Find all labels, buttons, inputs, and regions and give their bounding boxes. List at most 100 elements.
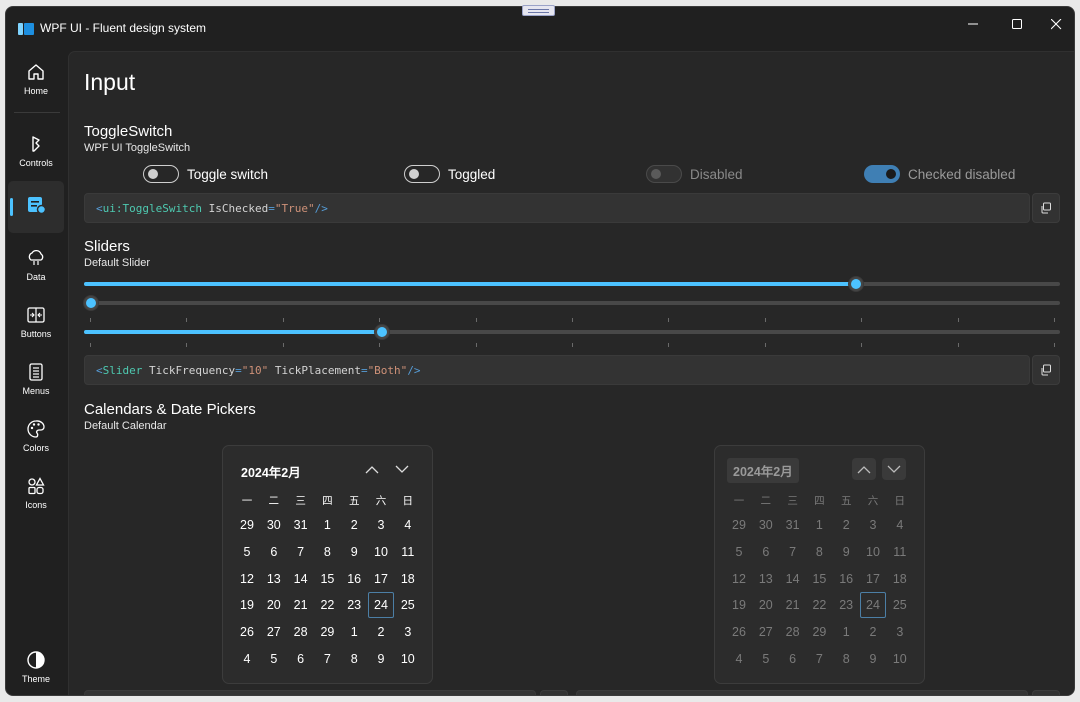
calendar-section-subtitle: Default Calendar [84, 420, 167, 432]
copy-icon [1041, 202, 1051, 214]
copy-button[interactable] [1032, 355, 1060, 385]
nav-label: Colors [22, 443, 49, 453]
calendar-day[interactable]: 22 [314, 592, 340, 618]
calendar-code-snippet[interactable] [84, 690, 536, 695]
toggle-track [646, 165, 682, 183]
calendar-day[interactable]: 31 [288, 512, 314, 538]
slider-1[interactable] [84, 282, 1060, 286]
calendar-day[interactable]: 30 [261, 512, 287, 538]
nav-item-data[interactable]: Data [8, 239, 64, 291]
theme-toggle[interactable]: Theme [8, 641, 64, 693]
calendar-day[interactable]: 17 [368, 566, 394, 592]
calendar-day[interactable]: 20 [261, 592, 287, 618]
nav-item-menus[interactable]: Menus [8, 353, 64, 405]
calendar-day[interactable]: 7 [288, 539, 314, 565]
calendar-day[interactable]: 19 [234, 592, 260, 618]
calendar-day[interactable]: 25 [395, 592, 421, 618]
calendar-disabled-code-snippet[interactable] [576, 690, 1028, 695]
minimize-button[interactable] [956, 11, 990, 37]
slider-tick [764, 318, 766, 322]
calendar-day: 30 [758, 518, 773, 532]
calendar-day[interactable]: 18 [395, 566, 421, 592]
calendar-day[interactable]: 4 [395, 512, 421, 538]
calendar-day[interactable]: 2 [341, 512, 367, 538]
nav-item-home[interactable]: Home [8, 53, 64, 105]
slider-tick [957, 343, 959, 347]
weekday-header: 日 [894, 495, 906, 507]
toggle-code-snippet[interactable]: < ui:ToggleSwitch IsChecked = "True"/> [84, 193, 1030, 223]
snap-layout-handle[interactable] [522, 5, 555, 16]
calendar-day: 29 [732, 518, 746, 532]
calendar-day[interactable]: 21 [288, 592, 314, 618]
navigation-sidebar: Home Controls Data Buttons Menus Colors [6, 49, 68, 695]
calendar-day[interactable]: 14 [288, 566, 314, 592]
calendar-day[interactable]: 1 [341, 619, 367, 645]
calendar-day: 17 [866, 571, 880, 586]
slider-1-thumb[interactable] [848, 277, 863, 291]
calendar-month-header[interactable]: 2024年2月 [241, 462, 301, 481]
calendar-next-button[interactable] [390, 458, 414, 480]
calendar-day: 31 [785, 518, 800, 532]
slider-3-thumb[interactable] [374, 325, 389, 339]
chevron-up-icon [365, 465, 379, 473]
maximize-button[interactable] [1000, 11, 1034, 37]
slider-code-snippet[interactable]: < Slider TickFrequency = "10" TickPlacement… [84, 355, 1030, 385]
calendar-day[interactable]: 15 [314, 566, 340, 592]
calendar-day[interactable]: 6 [288, 646, 314, 672]
calendar-day[interactable]: 26 [234, 619, 260, 645]
calendar-prev-button[interactable] [360, 458, 384, 480]
slider-3[interactable] [84, 330, 1060, 334]
calendar-day[interactable]: 2 [368, 619, 394, 645]
toggle-switch-off[interactable]: Toggle switch [143, 164, 268, 184]
calendar-day[interactable]: 5 [261, 646, 287, 672]
calendar-day[interactable]: 10 [368, 539, 394, 565]
slider-2-thumb[interactable] [84, 296, 98, 310]
calendar-day[interactable]: 6 [261, 539, 287, 565]
nav-item-buttons[interactable]: Buttons [8, 296, 64, 348]
copy-icon [1041, 364, 1051, 376]
calendar-day[interactable]: 3 [395, 619, 421, 645]
calendar-default[interactable]: 2024年2月 一二三四五六日 29 30 31 1 2 3 4 5 6 7 8 9 10 11 12 13 14… [222, 445, 433, 684]
calendar-day[interactable]: 29 [314, 619, 340, 645]
nav-item-controls[interactable]: Controls [8, 125, 64, 177]
calendar-day[interactable]: 12 [234, 566, 260, 592]
calendar-day[interactable]: 16 [341, 566, 367, 592]
calendar-day[interactable]: 23 [341, 592, 367, 618]
calendar-day[interactable]: 7 [314, 646, 340, 672]
calendar-day[interactable]: 27 [261, 619, 287, 645]
copy-button[interactable] [540, 690, 568, 695]
app-window: WPF UI - Fluent design system Home Contr… [5, 6, 1075, 696]
calendar-day[interactable]: 10 [395, 646, 421, 672]
calendar-day[interactable]: 4 [234, 646, 260, 672]
calendar-day: 23 [839, 598, 854, 613]
calendar-day[interactable]: 1 [314, 512, 340, 538]
calendar-day: 8 [842, 652, 850, 666]
calendar-day[interactable]: 9 [368, 646, 394, 672]
nav-item-colors[interactable]: Colors [8, 410, 64, 462]
toggle-track [143, 165, 179, 183]
slider-section-title: Sliders [84, 238, 130, 255]
calendar-day[interactable]: 28 [288, 619, 314, 645]
nav-label: Menus [22, 386, 50, 396]
data-icon [28, 249, 44, 265]
calendar-day[interactable]: 29 [234, 512, 260, 538]
calendar-day: 22 [812, 598, 827, 613]
nav-item-icons[interactable]: Icons [8, 467, 64, 519]
copy-button[interactable] [1032, 690, 1060, 695]
slider-2[interactable] [84, 301, 1060, 305]
calendar-day[interactable]: 9 [341, 539, 367, 565]
calendar-day: 15 [812, 571, 827, 586]
calendar-day[interactable]: 8 [341, 646, 367, 672]
calendar-day[interactable]: 11 [395, 539, 421, 565]
nav-item-input[interactable] [8, 181, 64, 233]
close-button[interactable] [1039, 11, 1073, 37]
calendar-day[interactable]: 24 [368, 592, 394, 619]
calendar-day[interactable]: 8 [314, 539, 340, 565]
calendar-day[interactable]: 5 [234, 539, 260, 565]
colors-icon [27, 420, 45, 438]
calendar-day[interactable]: 3 [368, 512, 394, 538]
calendar-day[interactable]: 13 [261, 566, 287, 592]
calendar-day: 2 [842, 518, 850, 532]
copy-button[interactable] [1032, 193, 1060, 223]
toggle-switch-toggled[interactable]: Toggled [404, 164, 495, 184]
